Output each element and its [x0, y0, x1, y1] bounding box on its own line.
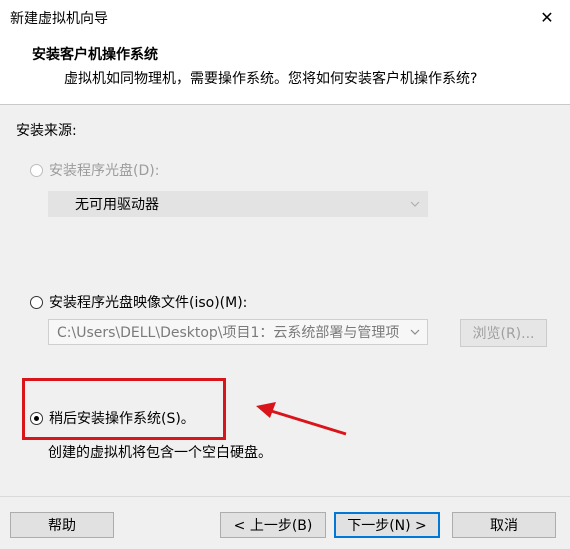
radio-install-disc-label: 安装程序光盘(D): [49, 163, 160, 179]
chevron-down-icon [410, 329, 420, 335]
iso-path-input[interactable]: C:\Users\DELL\Desktop\项目1：云系统部署与管理项 [48, 319, 428, 345]
chevron-down-icon [410, 201, 420, 207]
back-button-label: < 上一步(B) [233, 518, 313, 534]
close-icon: ✕ [540, 7, 554, 27]
cancel-button[interactable]: 取消 [452, 512, 556, 538]
browse-button[interactable]: 浏览(R)... [460, 319, 547, 347]
cancel-button-label: 取消 [490, 518, 518, 534]
radio-install-iso[interactable]: 安装程序光盘映像文件(iso)(M): [30, 292, 247, 312]
next-button-label: 下一步(N) > [347, 518, 427, 534]
help-button-label: 帮助 [48, 518, 76, 534]
title-bar: 新建虚拟机向导 ✕ [0, 0, 570, 34]
iso-path-value: C:\Users\DELL\Desktop\项目1：云系统部署与管理项 [57, 325, 400, 341]
install-later-description: 创建的虚拟机将包含一个空白硬盘。 [48, 445, 272, 461]
install-source-label: 安装来源: [16, 123, 77, 139]
annotation-arrow-icon [256, 402, 347, 436]
radio-indicator [30, 163, 43, 177]
radio-indicator [30, 295, 43, 309]
footer-divider [0, 496, 570, 497]
close-button[interactable]: ✕ [524, 0, 570, 34]
annotation-highlight-box [22, 378, 226, 440]
back-button[interactable]: < 上一步(B) [220, 512, 326, 538]
radio-install-disc[interactable]: 安装程序光盘(D): [30, 160, 159, 180]
help-button[interactable]: 帮助 [10, 512, 114, 538]
page-subtitle: 虚拟机如同物理机，需要操作系统。您将如何安装客户机操作系统? [64, 71, 478, 87]
window-title: 新建虚拟机向导 [10, 11, 108, 27]
disc-drive-select-value: 无可用驱动器 [75, 197, 159, 213]
disc-drive-select[interactable]: 无可用驱动器 [48, 191, 428, 217]
radio-install-iso-label: 安装程序光盘映像文件(iso)(M): [49, 295, 248, 311]
wizard-header: 安装客户机操作系统 虚拟机如同物理机，需要操作系统。您将如何安装客户机操作系统? [0, 34, 570, 105]
page-title: 安装客户机操作系统 [32, 47, 158, 63]
browse-button-label: 浏览(R)... [472, 326, 535, 342]
next-button[interactable]: 下一步(N) > [334, 512, 440, 538]
